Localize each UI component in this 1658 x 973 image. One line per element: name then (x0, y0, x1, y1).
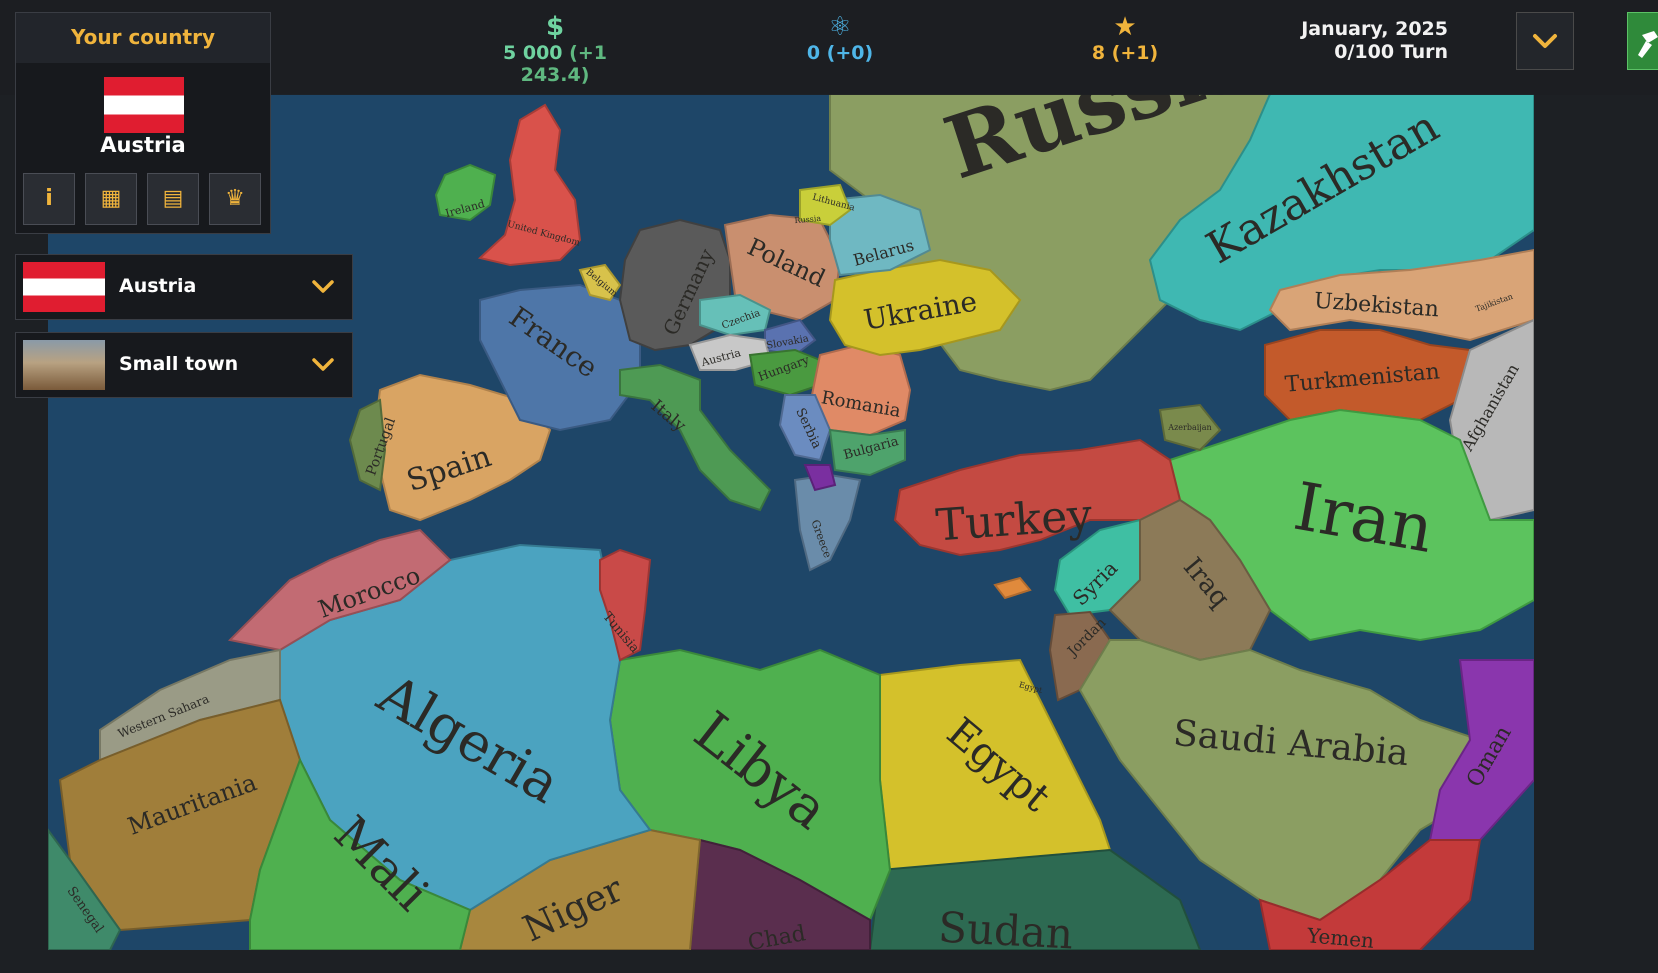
trophy-icon: ♛ (225, 186, 245, 211)
country-selector-label: Austria (119, 275, 197, 297)
chevron-down-icon (312, 358, 334, 371)
bottom-margin (0, 950, 1658, 973)
hammer-icon (1638, 31, 1658, 58)
info-button[interactable]: i (23, 173, 75, 225)
star-icon: ★ (1113, 12, 1137, 42)
money-value: 5 000 (503, 42, 563, 64)
science-delta: (+0) (826, 42, 874, 64)
turn-counter: 0/100 Turn (1334, 41, 1448, 63)
country-selector[interactable]: Austria (15, 254, 353, 320)
network-icon: ▦ (100, 186, 122, 211)
science-value: 0 (806, 42, 821, 64)
your-country-panel: Your country Austria i ▦ ▤ ♛ (15, 12, 271, 234)
austria-flag (104, 77, 184, 133)
label-turkey: Turkey (934, 490, 1094, 552)
network-button[interactable]: ▦ (85, 173, 137, 225)
atom-icon: ⚛ (828, 12, 852, 42)
label-yemen: Yemen (1305, 923, 1375, 950)
menu-dropdown-button[interactable] (1516, 12, 1574, 70)
country-name: Austria (100, 133, 186, 157)
chevron-down-icon (312, 280, 334, 293)
dollar-icon: $ (545, 12, 565, 42)
trophy-button[interactable]: ♛ (209, 173, 261, 225)
document-button[interactable]: ▤ (147, 173, 199, 225)
end-turn-button[interactable] (1627, 12, 1658, 70)
science-stat: ⚛ 0 (+0) (770, 12, 910, 64)
town-thumbnail (23, 340, 105, 390)
country-flag-thumb (23, 262, 105, 312)
prestige-value: 8 (1091, 42, 1106, 64)
right-margin (1534, 94, 1658, 973)
prestige-delta: (+1) (1111, 42, 1159, 64)
chevron-down-icon (1533, 34, 1557, 48)
scenario-selector[interactable]: Small town (15, 332, 353, 398)
label-sudan: Sudan (937, 903, 1074, 950)
document-check-icon: ▤ (162, 186, 184, 211)
prestige-stat: ★ 8 (+1) (1060, 12, 1190, 64)
date-turn: January, 2025 0/100 Turn (1248, 18, 1448, 64)
panel-header: Your country (16, 13, 270, 63)
label-azerbaijan: Azerbaijan (1167, 423, 1211, 432)
current-date: January, 2025 (1301, 18, 1448, 40)
info-icon: i (45, 186, 53, 211)
scenario-selector-label: Small town (119, 353, 239, 375)
money-stat: $ 5 000 (+1 243.4) (470, 12, 640, 86)
